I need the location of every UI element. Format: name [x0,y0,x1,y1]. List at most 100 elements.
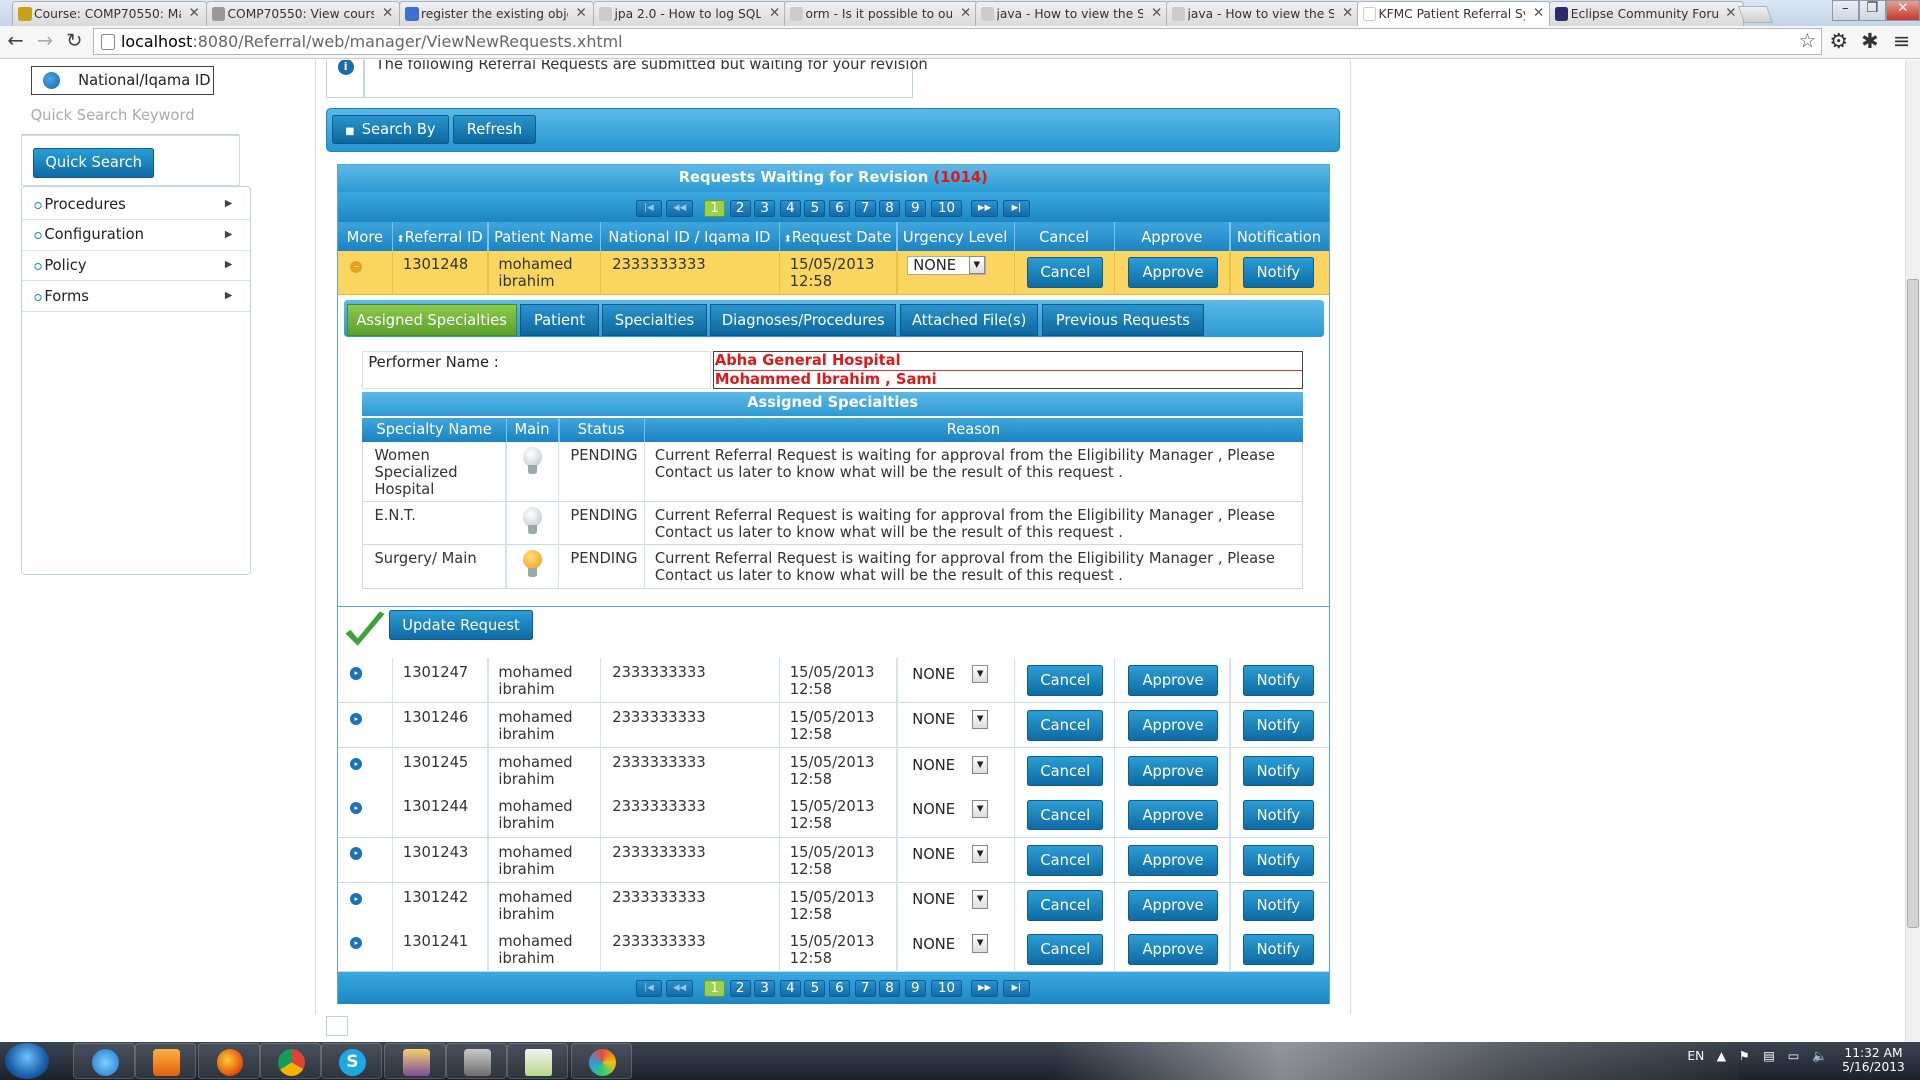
cancel-button[interactable]: Cancel [1027,799,1104,831]
page-8[interactable]: 8 [879,199,900,217]
approve-button[interactable]: Approve [1127,934,1219,965]
notify-button[interactable]: Notify [1242,755,1314,787]
search-by-button[interactable]: ■ Search By [331,114,450,145]
col-referral-id[interactable]: ⬍Referral ID [392,229,488,246]
tray-up-arrow-icon[interactable]: ▲ [1717,1049,1726,1063]
national-id-radio-option[interactable]: National/Iqama ID [30,66,215,96]
cancel-button[interactable]: Cancel [1027,755,1104,787]
approve-button[interactable]: Approve [1127,257,1219,288]
next-page-button[interactable]: ▶▶ [971,979,998,997]
last-page-button[interactable]: ▶| [1002,979,1030,997]
menu-item-procedures[interactable]: ⭘ Procedures ▶ [21,191,250,221]
menu-icon[interactable]: ≡ [1893,29,1910,53]
browser-tab-java-sql-2[interactable]: java - How to view the SQ ✕ [1165,1,1361,26]
page-10[interactable]: 10 [930,199,963,217]
tab-specialties[interactable]: Specialties [602,303,707,336]
star-icon[interactable]: ☆ [1799,29,1817,52]
tab-assigned-specialties[interactable]: Assigned Specialties [346,303,517,336]
refresh-button[interactable]: Refresh [452,114,537,145]
browser-tab-kfmc[interactable]: KFMC Patient Referral Sys ✕ [1356,1,1552,26]
reload-icon[interactable]: ↻ [66,29,82,52]
taskbar-tools[interactable] [445,1043,507,1079]
page-2[interactable]: 2 [729,199,751,217]
page-2[interactable]: 2 [729,979,751,997]
table-row[interactable]: ▸ 1301245 mohamed ibrahim 2333333333 15/05/20… [337,748,1329,794]
urgency-select[interactable]: NONE ▼ [907,844,989,866]
cancel-button[interactable]: Cancel [1027,934,1104,965]
menu-item-policy[interactable]: ⭘ Policy ▶ [21,252,250,282]
col-request-date[interactable]: ⬍Request Date [779,229,897,246]
notify-button[interactable]: Notify [1242,799,1314,831]
page-9[interactable]: 9 [904,199,926,217]
puzzle-icon[interactable]: ✱ [1861,29,1878,53]
page-8[interactable]: 8 [879,979,900,997]
close-tab-icon[interactable]: ✕ [769,6,780,21]
table-row[interactable]: ▸ 1301247 mohamed ibrahim 2333333333 15/05/20… [337,657,1329,703]
next-page-button[interactable]: ▶▶ [971,199,998,217]
page-9[interactable]: 9 [904,979,926,997]
notify-button[interactable]: Notify [1242,710,1314,741]
browser-tab-register-object[interactable]: register the existing object✕ [399,1,594,26]
browser-tab-course[interactable]: Course: COMP70550: Mat ✕ [12,1,207,26]
close-tab-icon[interactable]: ✕ [1533,6,1544,21]
urgency-select[interactable]: NONE ▼ [907,799,989,821]
urgency-select[interactable]: NONE ▼ [907,664,989,686]
prev-page-button[interactable]: ◀◀ [666,979,694,997]
taskbar-skype[interactable]: S [320,1043,383,1079]
expand-row-icon[interactable]: ▸ [350,757,363,771]
page-5[interactable]: 5 [804,199,826,217]
page-1[interactable]: 1 [704,199,725,217]
taskbar-media-player[interactable] [134,1043,196,1079]
close-tab-icon[interactable]: ✕ [1725,6,1736,21]
page-7[interactable]: 7 [854,979,876,997]
approve-button[interactable]: Approve [1127,664,1219,696]
page-6[interactable]: 6 [828,979,850,997]
expand-row-icon[interactable]: ▸ [350,802,363,815]
tab-diagnoses-procedures[interactable]: Diagnoses/Procedures [710,303,897,336]
table-row[interactable]: ▸ 1301243 mohamed ibrahim 2333333333 15/05/20… [337,837,1329,883]
urgency-select[interactable]: NONE ▼ [907,710,989,731]
table-row[interactable]: ▸ 1301241 mohamed ibrahim 2333333333 15/05/20… [337,926,1329,973]
cancel-button[interactable]: Cancel [1027,710,1104,741]
close-tab-icon[interactable]: ✕ [189,6,200,21]
cancel-button[interactable]: Cancel [1027,257,1104,288]
expand-row-icon[interactable]: ▸ [350,936,363,949]
expand-row-icon[interactable]: ▸ [350,712,363,725]
close-tab-icon[interactable]: ✕ [382,6,393,21]
gear-icon[interactable]: ⚙ [1829,29,1848,53]
taskbar-paint[interactable] [570,1043,632,1079]
approve-button[interactable]: Approve [1127,755,1219,787]
cancel-button[interactable]: Cancel [1027,664,1104,696]
close-window-button[interactable]: ✕ [1885,0,1920,21]
tab-previous-requests[interactable]: Previous Requests [1042,303,1204,336]
page-4[interactable]: 4 [779,979,801,997]
page-7[interactable]: 7 [854,199,876,217]
notify-button[interactable]: Notify [1242,844,1314,876]
notify-button[interactable]: Notify [1242,934,1314,965]
browser-tab-jpa-log[interactable]: jpa 2.0 - How to log SQL ✕ [592,1,788,26]
browser-tab-eclipse[interactable]: Eclipse Community Forum ✕ [1548,1,1744,26]
page-3[interactable]: 3 [754,979,776,997]
first-page-button[interactable]: |◀ [635,979,663,997]
table-row-selected[interactable]: − 1301248 mohamed ibrahim 2333333333 15/0… [337,251,1329,297]
quick-search-button[interactable]: Quick Search [33,148,155,178]
browser-tab-view-course[interactable]: COMP70550: View course ✕ [205,1,401,26]
approve-button[interactable]: Approve [1127,799,1219,831]
address-bar[interactable]: localhost:8080/Referral/web/manager/View… [93,28,1823,56]
update-request-button[interactable]: Update Request [389,609,533,641]
page-1[interactable]: 1 [704,979,725,997]
volume-icon[interactable]: 🔈 [1812,1049,1827,1063]
forward-icon[interactable]: → [37,29,53,52]
table-row[interactable]: ▸ 1301246 mohamed ibrahim 2333333333 15/05/20… [337,702,1329,749]
back-icon[interactable]: ← [7,29,23,52]
collapse-row-icon[interactable]: − [350,260,363,274]
expand-row-icon[interactable]: ▸ [350,847,363,860]
cancel-button[interactable]: Cancel [1027,844,1104,876]
page-10[interactable]: 10 [930,979,963,997]
scrollbar-thumb[interactable] [1906,279,1919,929]
maximize-button[interactable]: ❐ [1858,0,1886,21]
language-indicator[interactable]: EN [1687,1049,1704,1063]
prev-page-button[interactable]: ◀◀ [666,199,694,217]
urgency-select[interactable]: NONE ▼ [907,934,989,956]
power-icon[interactable]: ▭ [1788,1049,1800,1063]
